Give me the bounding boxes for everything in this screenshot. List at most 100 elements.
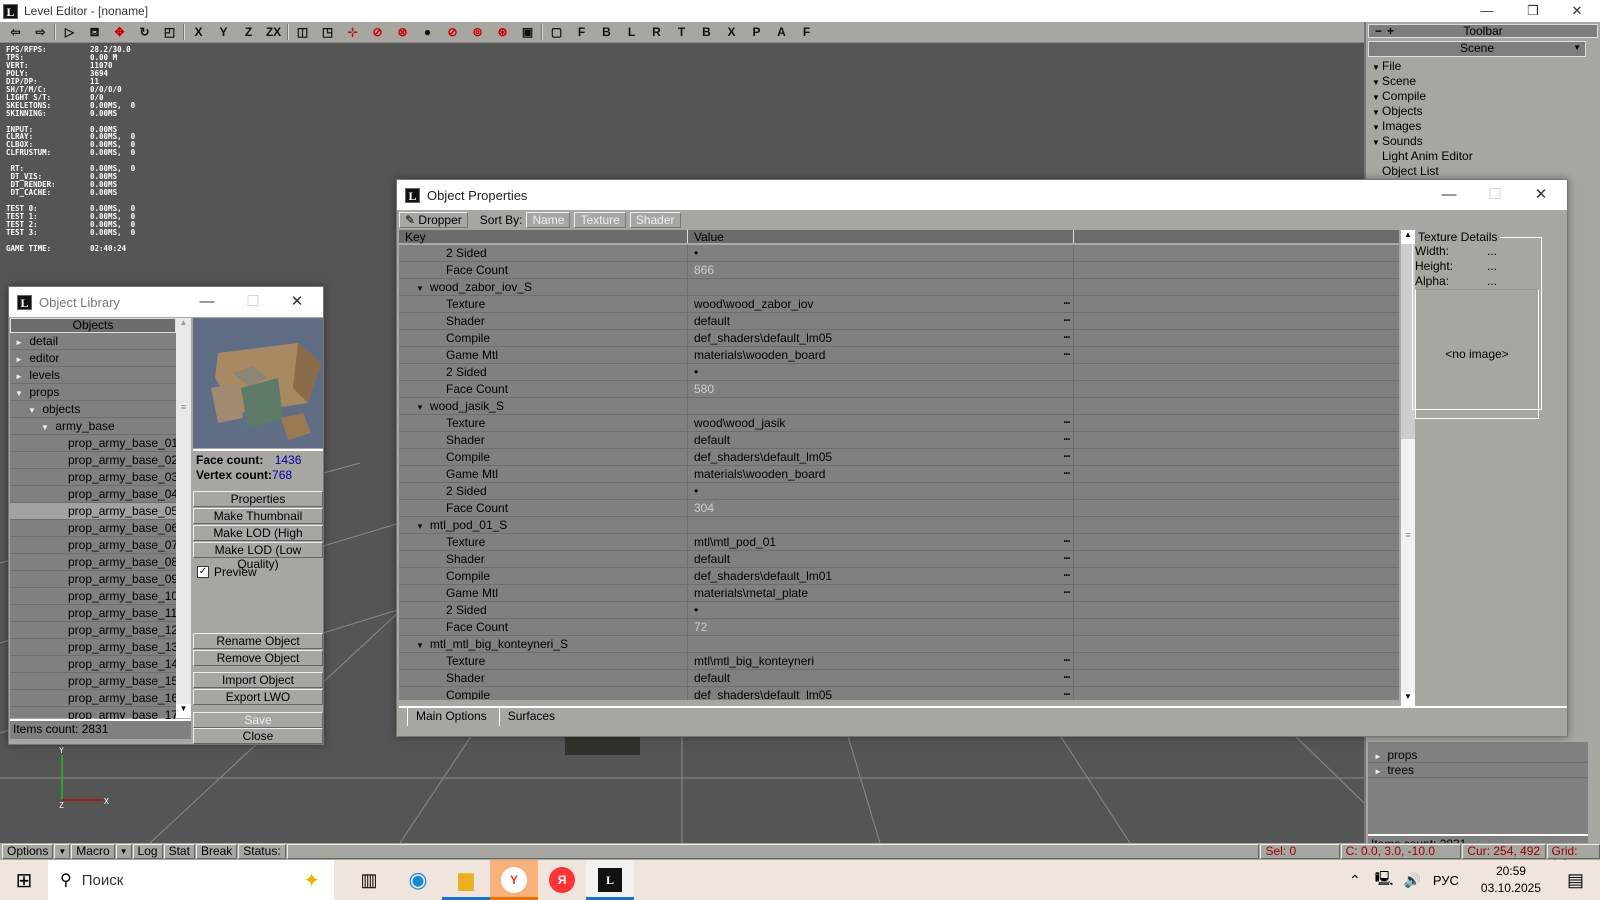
view-b-icon[interactable]: B	[595, 23, 618, 42]
ellipsis-button[interactable]: •••	[1064, 585, 1070, 601]
make-lod-high-button[interactable]: Make LOD (High Quality)	[193, 525, 323, 554]
property-value[interactable]: •	[688, 364, 1074, 380]
clock[interactable]: 20:59 03.10.2025	[1481, 863, 1541, 897]
tree-item[interactable]: prop_army_base_08	[10, 554, 176, 571]
tree-item[interactable]: ► detail	[10, 333, 176, 350]
property-row[interactable]: Face Count 580	[399, 381, 1399, 398]
tab-surfaces[interactable]: Surfaces	[498, 708, 563, 726]
snap-f-icon[interactable]: ⊛	[491, 23, 514, 42]
tree-item[interactable]: prop_army_base_12	[10, 622, 176, 639]
task-view-icon[interactable]: ▥	[344, 870, 394, 891]
maximize-button[interactable]: ☐	[231, 287, 275, 317]
save-button[interactable]: Save	[193, 712, 323, 728]
property-row[interactable]: Game Mtl materials\wooden_board •••	[399, 466, 1399, 483]
property-row[interactable]: 2 Sided •	[399, 364, 1399, 381]
property-value[interactable]: def_shaders\default_lm05 •••	[688, 687, 1074, 700]
ellipsis-button[interactable]: •••	[1064, 432, 1070, 448]
property-row[interactable]: Texture wood\wood_jasik •••	[399, 415, 1399, 432]
scene-menu-item[interactable]: Object List	[1366, 164, 1600, 179]
property-row[interactable]: Face Count 304	[399, 500, 1399, 517]
ellipsis-button[interactable]: •••	[1064, 449, 1070, 465]
tree-item[interactable]: prop_army_base_04	[10, 486, 176, 503]
view-f-icon[interactable]: F	[795, 23, 818, 42]
property-value[interactable]: mtl\mtl_big_konteyneri •••	[688, 653, 1074, 669]
property-row[interactable]: 2 Sided •	[399, 483, 1399, 500]
property-value[interactable]: •	[688, 245, 1074, 261]
view-x-icon[interactable]: X	[720, 23, 743, 42]
property-row[interactable]: Texture mtl\mtl_big_konteyneri •••	[399, 653, 1399, 670]
view-x-icon[interactable]: X	[187, 23, 210, 42]
tree-item[interactable]: prop_army_base_10	[10, 588, 176, 605]
property-row[interactable]: Shader default •••	[399, 670, 1399, 687]
ellipsis-button[interactable]: •••	[1064, 466, 1070, 482]
tree-item[interactable]: prop_army_base_16	[10, 690, 176, 707]
property-row[interactable]: Compile def_shaders\default_lm05 •••	[399, 449, 1399, 466]
property-value[interactable]: 72	[688, 619, 1074, 635]
property-value[interactable]: 580	[688, 381, 1074, 397]
property-value[interactable]: materials\wooden_board •••	[688, 466, 1074, 482]
ellipsis-button[interactable]: •••	[1064, 568, 1070, 584]
property-value[interactable]: default •••	[688, 432, 1074, 448]
options-menu[interactable]: Options	[2, 844, 54, 859]
restore-button[interactable]: ❐	[1510, 0, 1556, 22]
surface-group-row[interactable]: ▼ mtl_pod_01_S	[399, 517, 1399, 534]
ellipsis-button[interactable]: •••	[1064, 551, 1070, 567]
dropper-button[interactable]: ✎ Dropper	[399, 212, 468, 228]
preview-checkbox[interactable]: ✓ Preview	[197, 565, 257, 579]
tree-item[interactable]: prop_army_base_15	[10, 673, 176, 690]
expanded-arrow-icon[interactable]: ▼	[416, 641, 424, 650]
collapsed-arrow-icon[interactable]: ►	[12, 369, 26, 383]
tree-item[interactable]: ▼ props	[10, 384, 176, 401]
move-icon[interactable]: ✥	[108, 23, 131, 42]
expanded-arrow-icon[interactable]: ▼	[25, 403, 39, 417]
property-value[interactable]: •	[688, 602, 1074, 618]
view-t-icon[interactable]: T	[670, 23, 693, 42]
tree-item[interactable]: prop_army_base_07	[10, 537, 176, 554]
snap-point-icon[interactable]: ⊹	[341, 23, 364, 42]
property-row[interactable]: Shader default •••	[399, 313, 1399, 330]
tree-item[interactable]: prop_army_base_13	[10, 639, 176, 656]
snap-c-icon[interactable]: ●	[416, 23, 439, 42]
property-value[interactable]: def_shaders\default_lm05 •••	[688, 449, 1074, 465]
macro-dropdown-icon[interactable]: ▼	[115, 844, 132, 859]
property-value[interactable]: wood\wood_jasik •••	[688, 415, 1074, 431]
windows-start-icon[interactable]: ⊞	[0, 868, 48, 893]
stat-button[interactable]: Stat	[163, 844, 195, 859]
close-button[interactable]: ✕	[1554, 0, 1600, 22]
zoom-sel-icon[interactable]: ▢	[545, 23, 568, 42]
property-row[interactable]: Game Mtl materials\wooden_board •••	[399, 347, 1399, 364]
property-value[interactable]: materials\metal_plate •••	[688, 585, 1074, 601]
object-properties-titlebar[interactable]: L Object Properties — ☐ ✕	[397, 180, 1567, 210]
ellipsis-button[interactable]: •••	[1064, 296, 1070, 312]
property-row[interactable]: Game Mtl materials\metal_plate •••	[399, 585, 1399, 602]
ellipsis-button[interactable]: •••	[1064, 313, 1070, 329]
objects-header[interactable]: Objects	[10, 318, 176, 333]
make-thumbnail-button[interactable]: Make Thumbnail	[193, 508, 323, 524]
tree-item[interactable]: prop_army_base_09	[10, 571, 176, 588]
zoom-ext-icon[interactable]: ▣	[516, 23, 539, 42]
snap-object-icon[interactable]: ◫	[291, 23, 314, 42]
snap-a-icon[interactable]: ⊘	[366, 23, 389, 42]
property-value[interactable]: materials\wooden_board •••	[688, 347, 1074, 363]
property-value[interactable]: def_shaders\default_lm05 •••	[688, 330, 1074, 346]
select-icon[interactable]: ▷	[58, 23, 81, 42]
ellipsis-button[interactable]: •••	[1064, 330, 1070, 346]
tree-item[interactable]: prop_army_base_02	[10, 452, 176, 469]
expand-button[interactable]: +	[1387, 25, 1394, 37]
tree-item[interactable]: ▼ objects	[10, 401, 176, 418]
property-row[interactable]: Compile def_shaders\default_lm01 •••	[399, 568, 1399, 585]
property-row[interactable]: Face Count 72	[399, 619, 1399, 636]
property-row[interactable]: Face Count 866	[399, 262, 1399, 279]
scene-menu-item[interactable]: ▼ Objects	[1366, 104, 1600, 119]
minimize-button[interactable]: —	[1464, 0, 1510, 22]
tree-item[interactable]: prop_army_base_01	[10, 435, 176, 452]
tray-chevron-icon[interactable]: ⌃	[1349, 872, 1361, 889]
property-value[interactable]: default •••	[688, 551, 1074, 567]
scene-header[interactable]: Scene ▼	[1368, 41, 1586, 57]
sort-name-button[interactable]: Name	[526, 212, 571, 228]
yandex-icon[interactable]: Я	[538, 867, 586, 893]
view-p-icon[interactable]: P	[745, 23, 768, 42]
macro-menu[interactable]: Macro	[71, 844, 115, 859]
property-value[interactable]: default •••	[688, 670, 1074, 686]
remove-object-button[interactable]: Remove Object	[193, 650, 323, 666]
